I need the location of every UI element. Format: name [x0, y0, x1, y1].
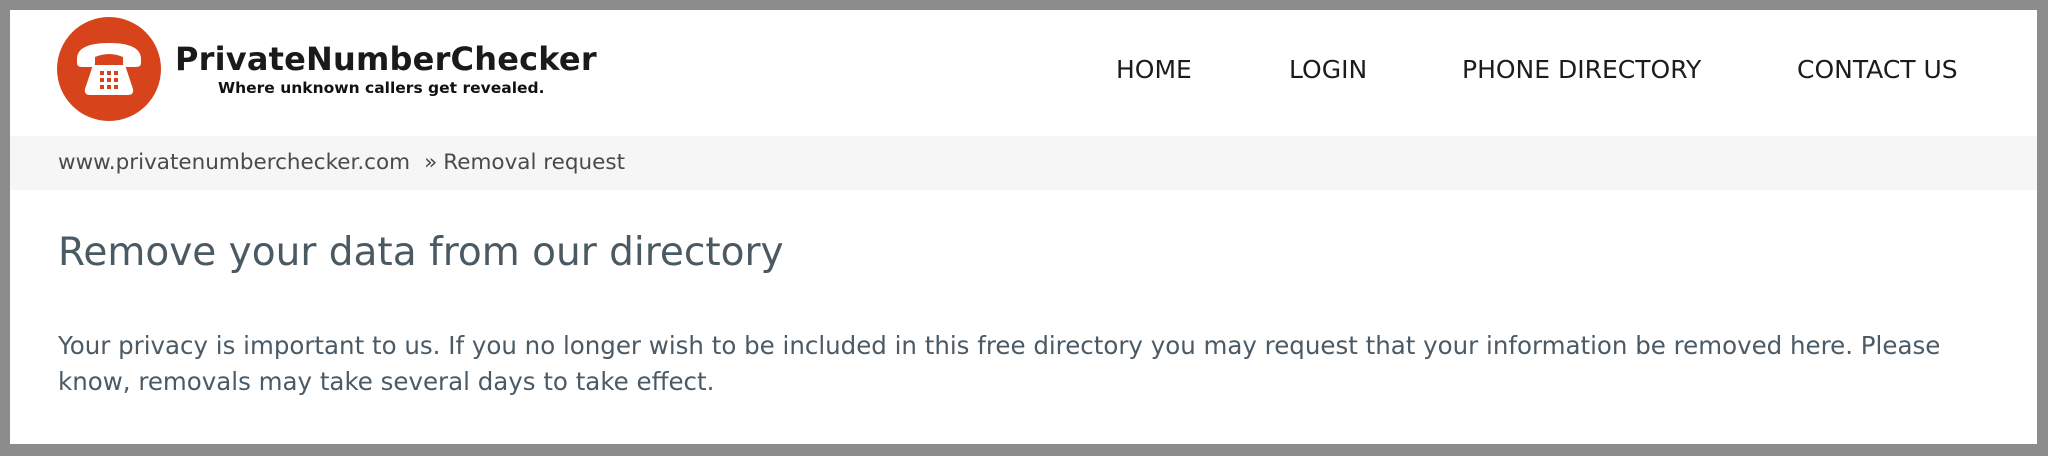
nav-item-phone-directory[interactable]: PHONE DIRECTORY	[1462, 53, 1701, 87]
intro-paragraph: Your privacy is important to us. If you …	[58, 331, 1941, 396]
nav-item-contact-us[interactable]: CONTACT US	[1797, 53, 1958, 87]
nav-item-login[interactable]: LOGIN	[1289, 53, 1367, 87]
breadcrumb-current: Removal request	[443, 150, 625, 175]
main-nav: HOME LOGIN PHONE DIRECTORY CONTACT US	[10, 53, 2037, 87]
breadcrumb: www.privatenumberchecker.com » Removal req…	[58, 148, 625, 178]
page-title: Remove your data from our directory	[58, 230, 784, 275]
nav-item-home[interactable]: HOME	[1116, 53, 1192, 87]
breadcrumb-separator: »	[424, 150, 438, 175]
breadcrumb-home-link[interactable]: www.privatenumberchecker.com	[58, 150, 410, 175]
site-header: PrivateNumberChecker Where unknown calle…	[10, 10, 2037, 136]
page: PrivateNumberChecker Where unknown calle…	[10, 10, 2037, 444]
breadcrumb-bar: www.privatenumberchecker.com » Removal req…	[10, 136, 2037, 190]
